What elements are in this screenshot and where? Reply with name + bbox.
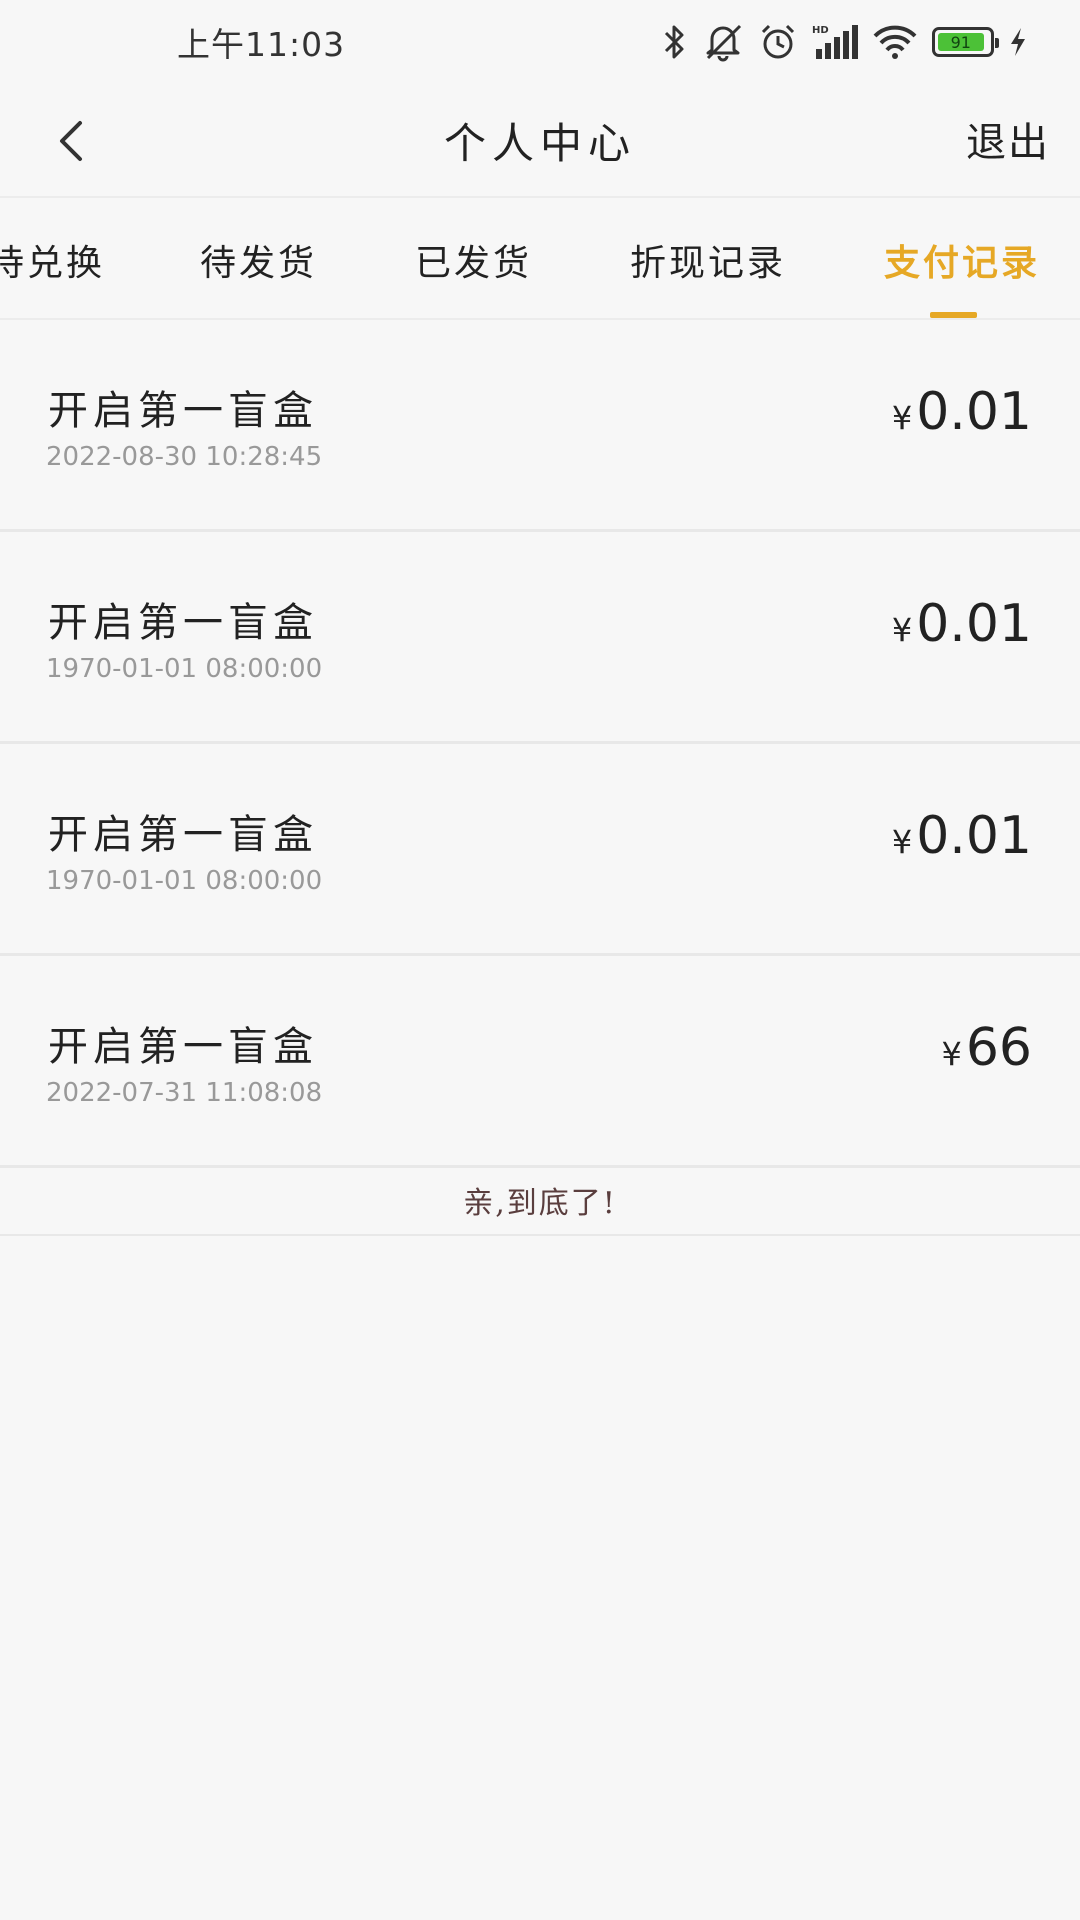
list-end-indicator: 亲,到底了!	[0, 1164, 1080, 1236]
currency-symbol: ¥	[941, 1035, 962, 1073]
battery-icon: 91	[932, 27, 999, 57]
list-end-text: 亲,到底了!	[463, 1186, 617, 1221]
page: 上午11:03 HD 91 个人中心 退出 兑换 待发货 已发货 折现记录 支付…	[0, 0, 1080, 1920]
list-item[interactable]: 开启第一盲盒 1970-01-01 08:00:00 ¥ 0.01	[0, 532, 1080, 744]
status-time: 上午11:03	[177, 25, 346, 64]
tab-payment-records[interactable]: 支付记录	[884, 234, 1040, 286]
list-item[interactable]: 开启第一盲盒 2022-08-30 10:28:45 ¥ 0.01	[0, 320, 1080, 532]
hd-signal-icon: HD	[812, 25, 858, 59]
battery-level: 91	[938, 33, 984, 52]
charging-icon	[1011, 28, 1025, 56]
tab-shipped[interactable]: 已发货	[415, 234, 532, 286]
alarm-icon	[761, 24, 795, 59]
tab-cashout-records[interactable]: 折现记录	[630, 234, 786, 286]
record-title: 开启第一盲盒	[48, 1024, 318, 1070]
record-amount: ¥ 0.01	[892, 382, 1032, 442]
record-title: 开启第一盲盒	[48, 812, 318, 858]
currency-symbol: ¥	[891, 611, 913, 649]
record-time: 1970-01-01 08:00:00	[46, 866, 323, 896]
header: 个人中心 退出	[0, 84, 1080, 198]
amount-value: 66	[965, 1018, 1032, 1078]
record-amount: ¥ 0.01	[892, 594, 1032, 654]
record-amount: ¥ 66	[941, 1018, 1032, 1078]
currency-symbol: ¥	[891, 399, 913, 437]
record-time: 2022-07-31 11:08:08	[46, 1078, 323, 1108]
wifi-icon	[873, 25, 917, 59]
record-title: 开启第一盲盒	[48, 600, 318, 646]
tab-pending-exchange[interactable]: 待兑换	[0, 234, 105, 286]
tab-active-indicator	[930, 312, 977, 318]
amount-value: 0.01	[916, 382, 1032, 442]
bluetooth-icon	[664, 25, 684, 59]
record-time: 1970-01-01 08:00:00	[46, 654, 323, 684]
tab-bar: 待兑换 待发货 已发货 折现记录 支付记录	[0, 198, 1080, 320]
record-amount: ¥ 0.01	[892, 806, 1032, 866]
tab-pending-shipment[interactable]: 待发货	[200, 234, 317, 286]
list-item[interactable]: 开启第一盲盒 2022-07-31 11:08:08 ¥ 66	[0, 956, 1080, 1168]
list-item[interactable]: 开启第一盲盒 1970-01-01 08:00:00 ¥ 0.01	[0, 744, 1080, 956]
amount-value: 0.01	[916, 594, 1032, 654]
currency-symbol: ¥	[891, 823, 913, 861]
status-icons: HD 91	[662, 18, 1028, 66]
logout-button[interactable]: 退出	[966, 110, 1050, 168]
amount-value: 0.01	[916, 806, 1032, 866]
record-time: 2022-08-30 10:28:45	[46, 442, 323, 472]
svg-text:HD: HD	[812, 25, 829, 36]
page-title: 个人中心	[443, 119, 636, 168]
status-bar: 上午11:03 HD 91	[0, 0, 1080, 84]
payment-record-list: 开启第一盲盒 2022-08-30 10:28:45 ¥ 0.01 开启第一盲盒…	[0, 320, 1080, 1168]
mute-icon	[706, 24, 742, 62]
record-title: 开启第一盲盒	[48, 388, 318, 434]
